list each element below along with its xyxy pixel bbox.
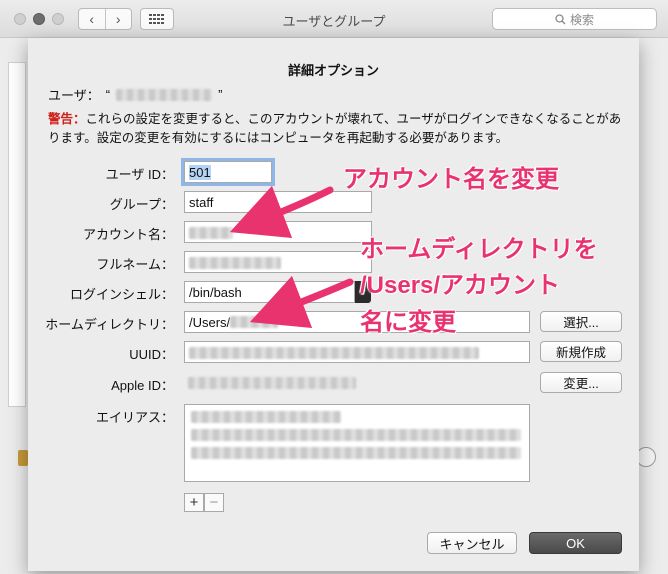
annotation-account-name: アカウント名を変更: [343, 166, 559, 193]
annotation-home-dir-line1: ホームディレクトリを: [360, 236, 598, 263]
annotation-home-dir-line2: /Users/アカウント: [360, 272, 561, 299]
annotation-arrows: [229, 185, 354, 329]
annotation-home-dir-line3: 名に変更: [360, 309, 456, 336]
arrow-to-account-name: [229, 185, 334, 239]
arrow-to-home-directory: [249, 275, 354, 329]
